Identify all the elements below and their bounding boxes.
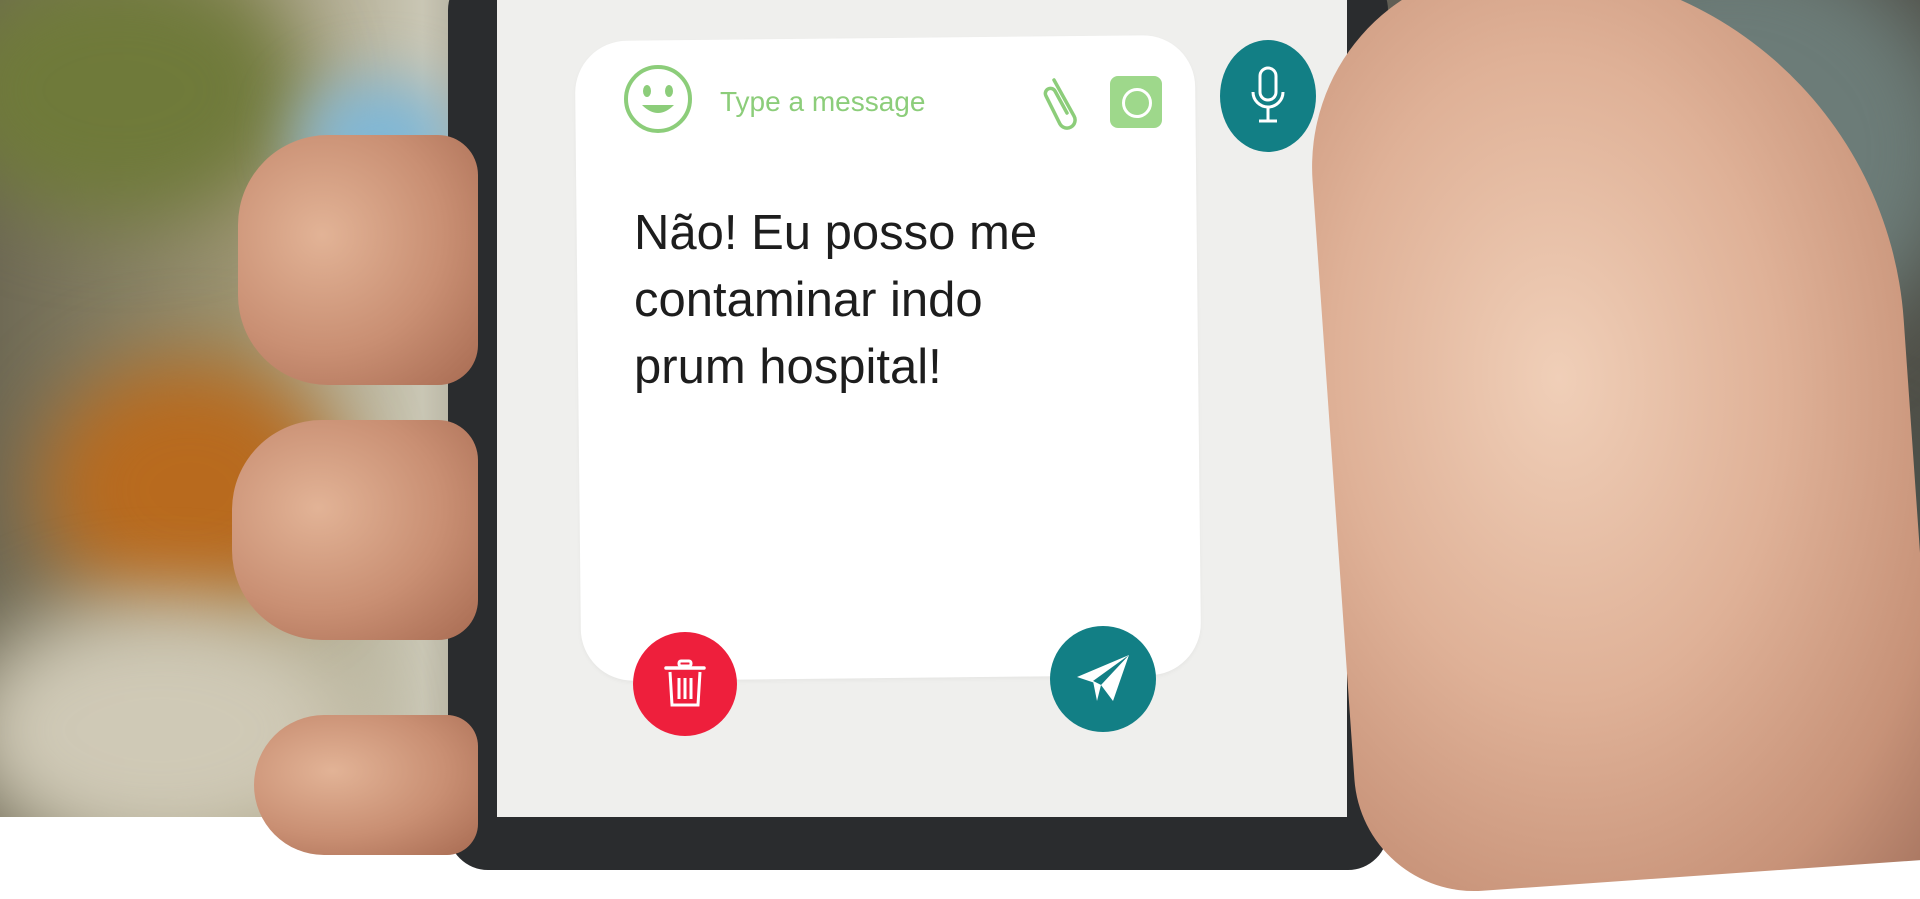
left-finger-middle [232, 420, 478, 640]
message-text[interactable]: Não! Eu posso me contaminar indo prum ho… [634, 200, 1154, 401]
message-placeholder[interactable]: Type a message [720, 86, 925, 118]
microphone-icon [1251, 66, 1285, 123]
send-button[interactable] [1050, 626, 1156, 732]
microphone-button[interactable] [1220, 40, 1316, 152]
left-finger-top [238, 135, 478, 385]
left-finger-bottom [254, 715, 478, 855]
emoji-icon[interactable] [622, 63, 694, 135]
send-icon [1077, 655, 1129, 701]
right-thumb [1298, 0, 1920, 899]
camera-icon[interactable] [1110, 76, 1162, 128]
paperclip-icon[interactable] [1040, 70, 1088, 132]
delete-button[interactable] [633, 632, 737, 736]
trash-icon [664, 659, 706, 707]
